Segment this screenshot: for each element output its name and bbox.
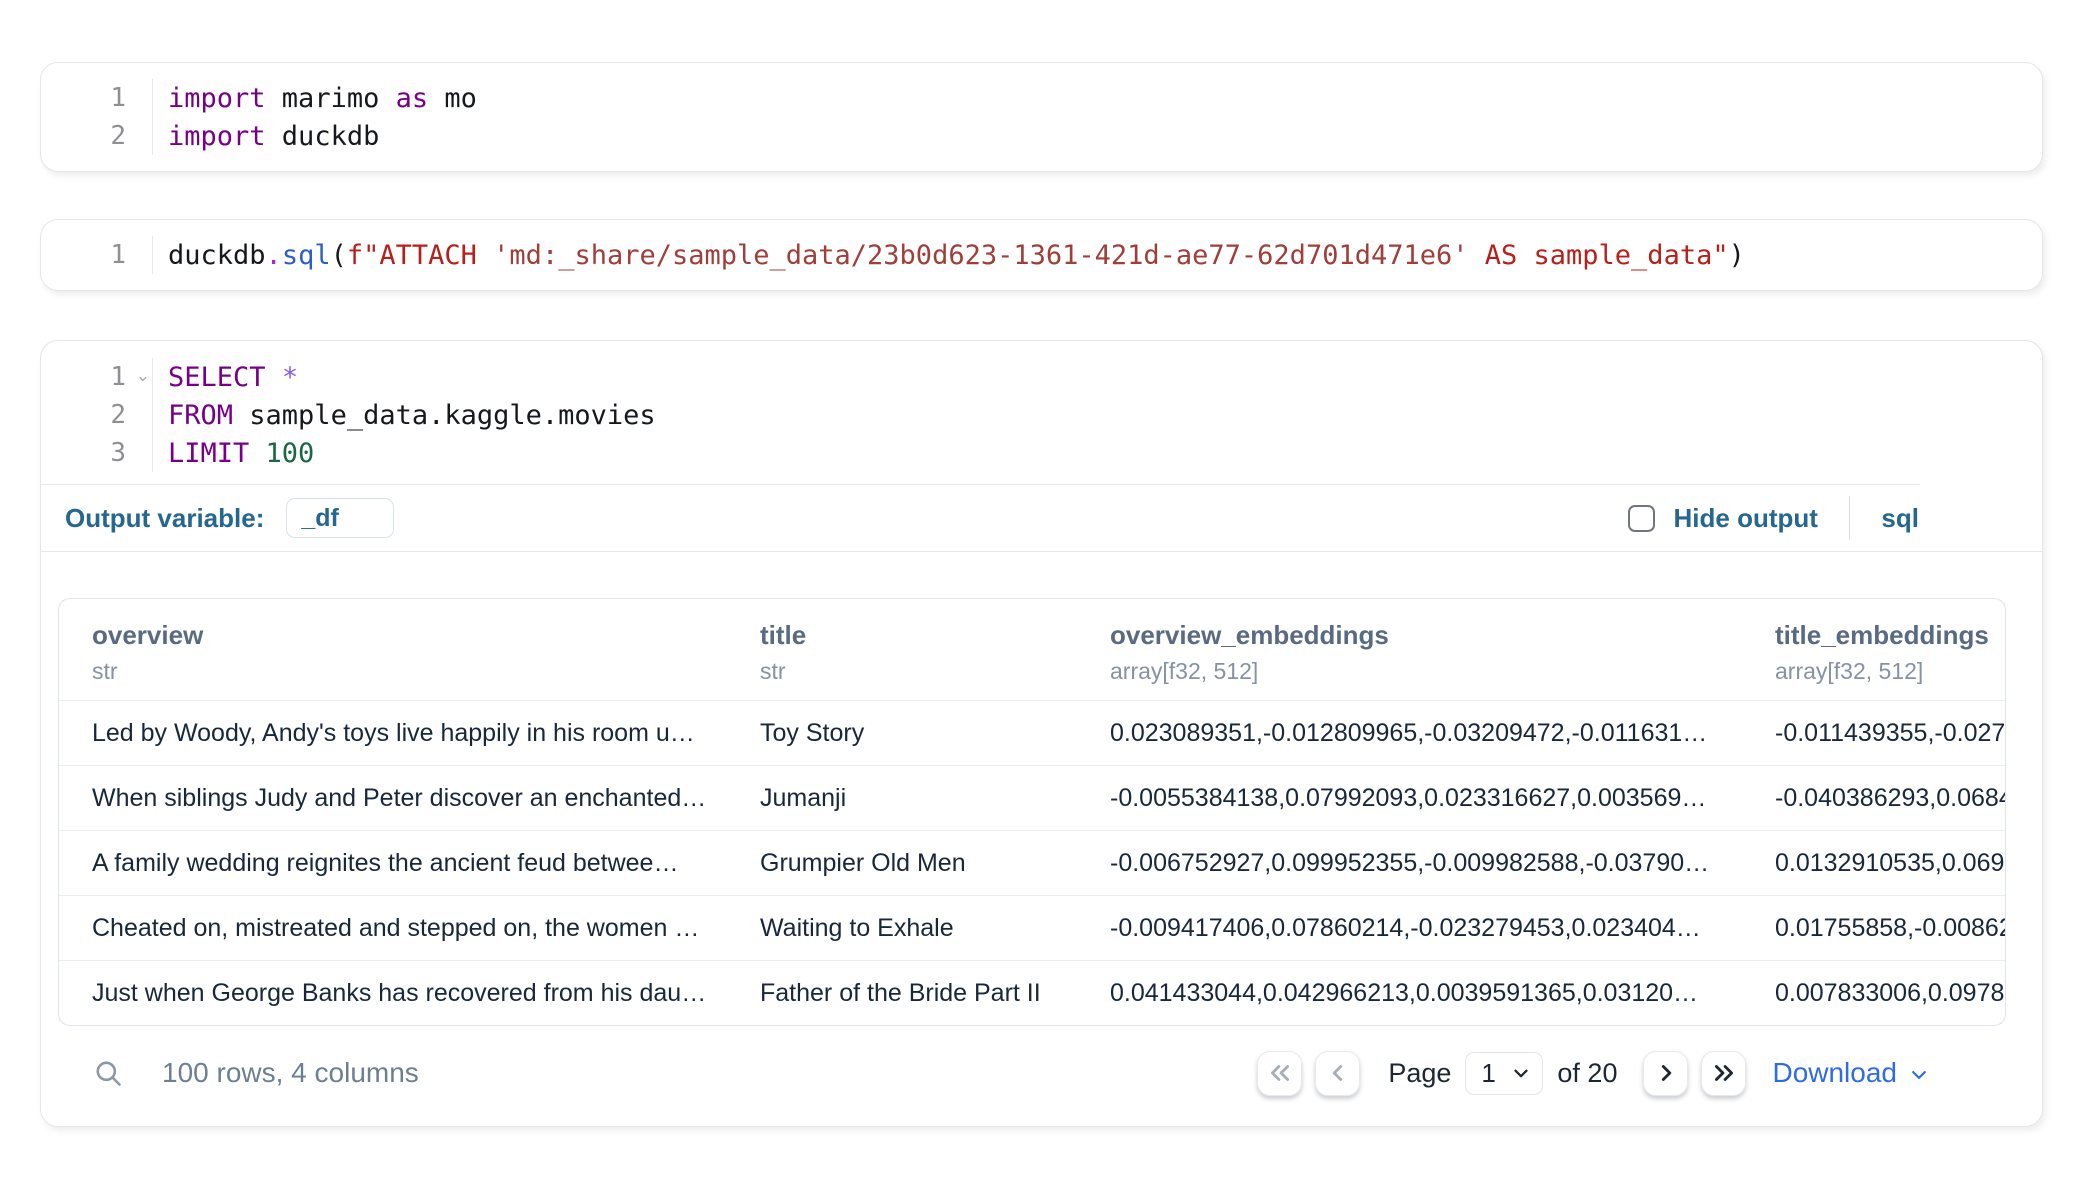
line-number: 1⌄ <box>41 358 153 396</box>
table-cell: -0.009417406,0.07860214,-0.023279453,0.0… <box>1077 896 1742 960</box>
column-header-overview_embeddings[interactable]: overview_embeddings array[f32, 512] <box>1077 599 1742 700</box>
first-page-button[interactable] <box>1257 1051 1302 1096</box>
column-name: overview <box>92 620 717 651</box>
column-dtype: array[f32, 512] <box>1110 658 1732 685</box>
table-body: Led by Woody, Andy's toys live happily i… <box>59 700 2005 1025</box>
code-editor-attach[interactable]: 1duckdb.sql(f"ATTACH 'md:_share/sample_d… <box>41 236 2042 274</box>
table-row[interactable]: Just when George Banks has recovered fro… <box>59 960 2005 1025</box>
table-cell: A family wedding reignites the ancient f… <box>59 831 727 895</box>
code-text: SELECT * <box>153 362 298 393</box>
table-row[interactable]: A family wedding reignites the ancient f… <box>59 830 2005 895</box>
line-number: 3 <box>41 434 153 472</box>
column-name: title <box>760 620 1067 651</box>
code-text: import marimo as mo <box>153 83 477 114</box>
dataframe-table: overview str title str overview_embeddingsar… <box>58 598 2006 1026</box>
table-cell: Father of the Bride Part II <box>727 961 1077 1025</box>
code-text: import duckdb <box>153 121 379 152</box>
output-variable-input[interactable] <box>286 498 394 538</box>
download-label: Download <box>1772 1057 1897 1089</box>
double-chevron-right-icon <box>1711 1060 1737 1086</box>
fold-chevron-icon[interactable]: ⌄ <box>136 366 150 386</box>
cell-language-badge: sql <box>1881 503 1919 534</box>
hide-output-checkbox[interactable] <box>1628 505 1655 532</box>
table-row[interactable]: When siblings Judy and Peter discover an… <box>59 765 2005 830</box>
line-number: 1 <box>41 236 153 274</box>
download-button[interactable]: Download <box>1772 1057 1929 1089</box>
table-cell: 0.0132910535,0.06958 <box>1742 831 2005 895</box>
column-header-overview[interactable]: overview str <box>59 599 727 700</box>
table-footer: 100 rows, 4 columns Page 1 <box>58 1026 2006 1120</box>
column-name: title_embeddings <box>1775 620 1995 651</box>
chevron-down-icon <box>1909 1065 1929 1085</box>
code-line[interactable]: 1duckdb.sql(f"ATTACH 'md:_share/sample_d… <box>41 236 2042 274</box>
table-cell: -0.0055384138,0.07992093,0.023316627,0.0… <box>1077 766 1742 830</box>
sql-output-bar: Output variable: Hide output sql <box>41 485 2042 551</box>
output-variable-label: Output variable: <box>65 503 264 534</box>
column-name: overview_embeddings <box>1110 620 1732 651</box>
table-row[interactable]: Led by Woody, Andy's toys live happily i… <box>59 700 2005 765</box>
table-cell: 0.023089351,-0.012809965,-0.03209472,-0.… <box>1077 701 1742 765</box>
code-text: duckdb.sql(f"ATTACH 'md:_share/sample_da… <box>153 240 1745 271</box>
pagination: Page 1 of 20 <box>1257 1051 1929 1096</box>
last-page-button[interactable] <box>1701 1051 1746 1096</box>
column-header-title_embeddings[interactable]: title_embeddings array[f32, 512] <box>1742 599 2005 700</box>
search-icon <box>93 1058 124 1089</box>
code-editor-sql[interactable]: 1⌄SELECT *2FROM sample_data.kaggle.movie… <box>41 341 2042 484</box>
chevron-right-icon <box>1653 1060 1679 1086</box>
notebook-cell-attach[interactable]: 1duckdb.sql(f"ATTACH 'md:_share/sample_d… <box>40 219 2043 291</box>
code-text: FROM sample_data.kaggle.movies <box>153 400 656 431</box>
code-line[interactable]: 1⌄SELECT * <box>41 358 2042 396</box>
previous-page-button[interactable] <box>1315 1051 1360 1096</box>
column-header-title[interactable]: title str <box>727 599 1077 700</box>
code-editor-imports[interactable]: 1import marimo as mo2import duckdb <box>41 79 2042 155</box>
column-dtype: str <box>760 658 1067 685</box>
code-line[interactable]: 2FROM sample_data.kaggle.movies <box>41 396 2042 434</box>
table-cell: 0.007833006,0.097801 <box>1742 961 2005 1025</box>
code-line[interactable]: 2import duckdb <box>41 117 2042 155</box>
line-number: 2 <box>41 117 153 155</box>
cell-output-area: overview str title str overview_embeddingsar… <box>41 552 2042 1120</box>
page-label: Page <box>1388 1058 1451 1089</box>
search-button[interactable] <box>93 1058 124 1089</box>
chevron-down-icon <box>1510 1062 1532 1084</box>
page-select[interactable]: 1 <box>1465 1052 1543 1095</box>
row-count-summary: 100 rows, 4 columns <box>162 1057 419 1089</box>
table-cell: Cheated on, mistreated and stepped on, t… <box>59 896 727 960</box>
table-cell: -0.006752927,0.099952355,-0.009982588,-0… <box>1077 831 1742 895</box>
notebook-cell-sql[interactable]: 1⌄SELECT *2FROM sample_data.kaggle.movie… <box>40 340 2043 1127</box>
table-cell: Just when George Banks has recovered fro… <box>59 961 727 1025</box>
table-cell: 0.01755858,-0.0086286 <box>1742 896 2005 960</box>
code-text: LIMIT 100 <box>153 438 314 469</box>
next-page-button[interactable] <box>1643 1051 1688 1096</box>
code-line[interactable]: 1import marimo as mo <box>41 79 2042 117</box>
chevron-left-icon <box>1325 1060 1351 1086</box>
line-number: 1 <box>41 79 153 117</box>
column-dtype: array[f32, 512] <box>1775 658 1995 685</box>
line-number: 2 <box>41 396 153 434</box>
table-cell: -0.011439355,-0.02752 <box>1742 701 2005 765</box>
table-cell: -0.040386293,0.068451 <box>1742 766 2005 830</box>
column-dtype: str <box>92 658 717 685</box>
page-total-label: of 20 <box>1557 1058 1617 1089</box>
table-cell: Jumanji <box>727 766 1077 830</box>
hide-output-label: Hide output <box>1674 503 1818 534</box>
page-select-value: 1 <box>1481 1058 1495 1089</box>
table-header-row: overview str title str overview_embeddingsar… <box>59 599 2005 700</box>
table-cell: Waiting to Exhale <box>727 896 1077 960</box>
table-cell: When siblings Judy and Peter discover an… <box>59 766 727 830</box>
table-cell: Led by Woody, Andy's toys live happily i… <box>59 701 727 765</box>
notebook-cell-imports[interactable]: 1import marimo as mo2import duckdb <box>40 62 2043 172</box>
double-chevron-left-icon <box>1267 1060 1293 1086</box>
code-line[interactable]: 3LIMIT 100 <box>41 434 2042 472</box>
table-cell: Grumpier Old Men <box>727 831 1077 895</box>
table-row[interactable]: Cheated on, mistreated and stepped on, t… <box>59 895 2005 960</box>
vertical-divider <box>1849 496 1851 540</box>
table-cell: Toy Story <box>727 701 1077 765</box>
table-cell: 0.041433044,0.042966213,0.0039591365,0.0… <box>1077 961 1742 1025</box>
